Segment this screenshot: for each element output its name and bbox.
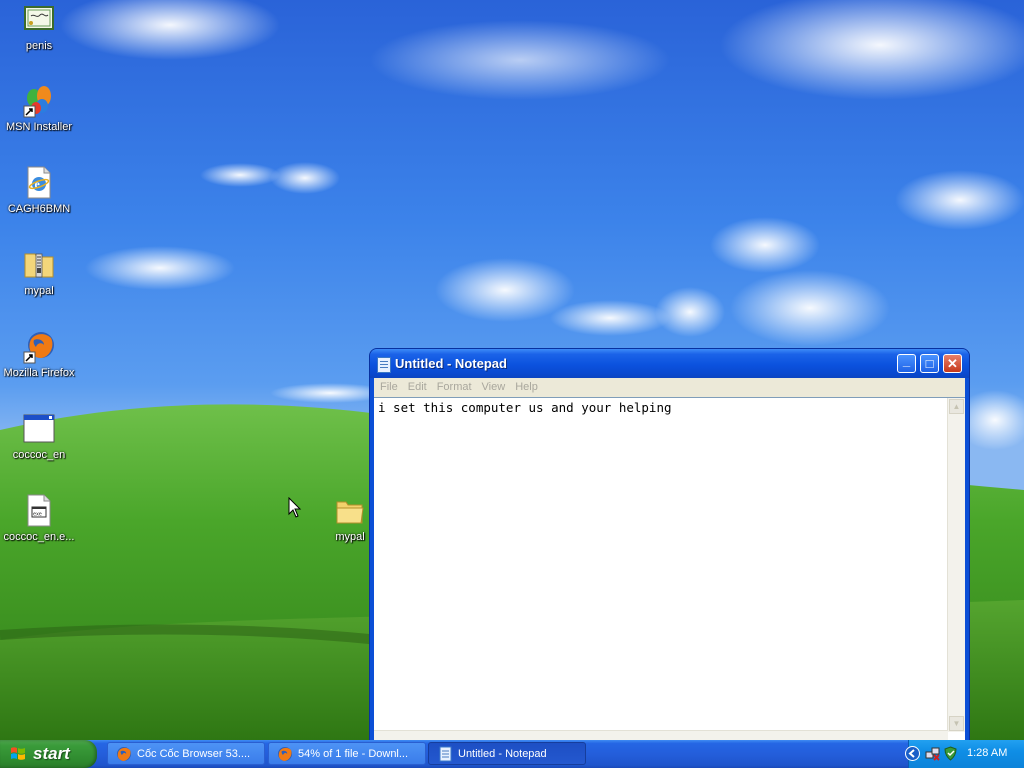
start-button[interactable]: start <box>0 740 97 768</box>
taskbar-button-label: 54% of 1 file - Downl... <box>298 748 409 760</box>
firefox-icon <box>117 747 131 761</box>
notepad-icon <box>439 746 452 762</box>
desktop-icon-label: MSN Installer <box>5 121 73 133</box>
desktop-icon-mozilla-firefox[interactable]: Mozilla Firefox <box>1 330 77 380</box>
menu-bar: File Edit Format View Help <box>374 378 965 397</box>
mouse-cursor-icon <box>288 497 302 518</box>
desktop-icon-label: CAGH6BMN <box>7 203 71 215</box>
scroll-down-icon[interactable]: ▼ <box>949 716 964 731</box>
ie-document-icon: e <box>22 166 56 200</box>
firefox-icon <box>22 330 56 364</box>
maximize-icon: □ <box>925 356 934 371</box>
desktop-icon-label: Mozilla Firefox <box>3 367 75 379</box>
desktop-icon-coccoc-en-exe[interactable]: exe coccoc_en.e... <box>1 494 77 544</box>
desktop-icon-label: penis <box>25 40 53 52</box>
menu-help[interactable]: Help <box>510 378 543 397</box>
taskbar-button-download[interactable]: 54% of 1 file - Downl... <box>268 742 426 765</box>
folder-icon <box>333 494 367 528</box>
document-text[interactable]: i set this computer us and your helping <box>378 400 672 415</box>
desktop-icon-label: coccoc_en <box>12 449 66 461</box>
windows-logo-icon <box>11 747 25 760</box>
taskbar-button-label: Cốc Cốc Browser 53.... <box>137 748 251 760</box>
taskbar-button-coccoc[interactable]: Cốc Cốc Browser 53.... <box>107 742 265 765</box>
firefox-icon <box>278 747 292 761</box>
desktop-icon-label: coccoc_en.e... <box>3 531 75 543</box>
text-editor-area[interactable]: i set this computer us and your helping … <box>374 397 965 744</box>
close-button[interactable]: ✕ <box>943 354 962 373</box>
desktop-icon-mypal-zip[interactable]: mypal <box>1 248 77 298</box>
zip-folder-icon <box>22 248 56 282</box>
notepad-window[interactable]: Untitled - Notepad _ □ ✕ File Edit Format V… <box>370 349 969 744</box>
system-tray: 1:28 AM <box>905 740 1024 768</box>
desktop-icon-coccoc-en[interactable]: coccoc_en <box>1 412 77 462</box>
desktop-icon-msn-installer[interactable]: MSN Installer <box>1 84 77 134</box>
menu-format[interactable]: Format <box>432 378 477 397</box>
exe-file-icon: exe <box>22 494 56 528</box>
msn-butterfly-icon <box>22 84 56 118</box>
menu-view[interactable]: View <box>477 378 511 397</box>
clock[interactable]: 1:28 AM <box>967 747 1007 759</box>
application-window-icon <box>22 412 56 446</box>
desktop-icon-penis[interactable]: penis <box>1 3 77 53</box>
network-icon[interactable] <box>925 746 940 761</box>
window-titlebar[interactable]: Untitled - Notepad _ □ ✕ <box>370 349 969 378</box>
taskbar-button-notepad[interactable]: Untitled - Notepad <box>428 742 586 765</box>
window-title: Untitled - Notepad <box>395 356 507 371</box>
menu-edit[interactable]: Edit <box>403 378 432 397</box>
svg-text:exe: exe <box>33 512 42 518</box>
show-hidden-icons-icon[interactable] <box>905 746 920 761</box>
vertical-scrollbar[interactable]: ▲ ▼ <box>947 398 965 732</box>
desktop-icon-cagh6bmn[interactable]: e CAGH6BMN <box>1 166 77 216</box>
maximize-button[interactable]: □ <box>920 354 939 373</box>
taskbar: start Cốc Cốc Browser 53.... 54% of 1 fi… <box>0 740 1024 768</box>
scroll-up-icon[interactable]: ▲ <box>949 399 964 414</box>
security-shield-icon[interactable] <box>943 746 958 761</box>
menu-file[interactable]: File <box>375 378 403 397</box>
desktop-icon-label: mypal <box>24 285 54 297</box>
minimize-icon: _ <box>902 353 911 368</box>
taskbar-button-label: Untitled - Notepad <box>458 748 547 760</box>
minimize-button[interactable]: _ <box>897 354 916 373</box>
close-icon: ✕ <box>947 356 958 371</box>
certificate-icon <box>22 3 56 37</box>
notepad-icon <box>377 357 391 373</box>
start-label: start <box>33 744 70 763</box>
